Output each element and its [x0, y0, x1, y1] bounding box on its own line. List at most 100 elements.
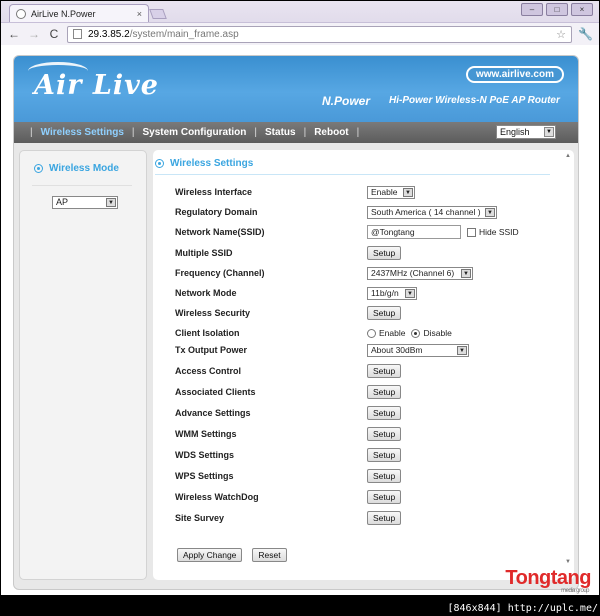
scroll-up-icon[interactable]: ▲	[564, 153, 572, 159]
setting-label: Associated Clients	[175, 387, 256, 397]
setting-row: WPS Settings Setup	[175, 468, 535, 484]
forward-icon[interactable]: →	[27, 27, 41, 41]
page-content: Air Live www.airlive.com N.Power Hi-Powe…	[1, 45, 599, 595]
divider	[155, 174, 550, 175]
url-host: 29.3.85.2	[88, 28, 130, 40]
browser-chrome: AirLive N.Power × – □ × ← → C 29.3.85.2 …	[1, 1, 599, 45]
frequency-select[interactable]: 2437MHz (Channel 6) ▼	[367, 266, 473, 280]
setting-row: Network Name(SSID) @Tongtang Hide SSID	[175, 224, 535, 240]
sidebar: Wireless Mode AP ▼	[19, 150, 147, 580]
isolation-enable-radio[interactable]	[367, 328, 376, 338]
divider	[32, 185, 132, 186]
menu-item-system-configuration[interactable]: System Configuration	[143, 127, 247, 138]
wps-settings-setup-button[interactable]: Setup	[367, 469, 402, 483]
language-select[interactable]: English ▼	[496, 125, 556, 139]
chevron-down-icon: ▼	[405, 288, 415, 298]
header-banner: Air Live www.airlive.com N.Power Hi-Powe…	[14, 56, 578, 122]
main-content: Wireless Settings ▲ ▼ Wireless Interface…	[153, 150, 574, 580]
router-panel: Air Live www.airlive.com N.Power Hi-Powe…	[13, 55, 579, 590]
setting-label: Site Survey	[175, 513, 225, 523]
scroll-down-icon[interactable]: ▼	[564, 559, 572, 565]
access-control-setup-button[interactable]: Setup	[367, 364, 402, 378]
scrollbar[interactable]: ▲ ▼	[564, 153, 572, 565]
setting-row: Tx Output Power About 30dBm ▼	[175, 342, 535, 358]
language-value: English	[500, 127, 530, 137]
browser-tab[interactable]: AirLive N.Power ×	[9, 4, 149, 22]
page-icon	[73, 29, 82, 39]
wmm-settings-setup-button[interactable]: Setup	[367, 427, 402, 441]
site-survey-setup-button[interactable]: Setup	[367, 511, 402, 525]
close-window-icon[interactable]: ×	[571, 3, 593, 16]
back-icon[interactable]: ←	[7, 27, 21, 41]
address-bar[interactable]: 29.3.85.2 /system/main_frame.asp ☆	[67, 25, 573, 43]
setting-label: Frequency (Channel)	[175, 268, 265, 278]
brand-name: Tongtang	[505, 567, 591, 589]
product-tagline: Hi-Power Wireless-N PoE AP Router	[389, 95, 560, 106]
tab-close-icon[interactable]: ×	[137, 9, 142, 19]
setting-label: Network Mode	[175, 288, 237, 298]
window-controls: – □ ×	[521, 3, 593, 16]
reload-icon[interactable]: C	[47, 27, 61, 41]
setting-label: Wireless WatchDog	[175, 492, 259, 502]
setting-row: Associated Clients Setup	[175, 384, 535, 400]
brand-sub: media group	[561, 588, 589, 594]
chevron-down-icon: ▼	[106, 198, 116, 207]
section-title: Wireless Settings	[155, 158, 253, 169]
setting-row: Frequency (Channel) 2437MHz (Channel 6) …	[175, 265, 535, 281]
hide-ssid-label: Hide SSID	[479, 227, 519, 237]
tab-title: AirLive N.Power	[31, 8, 96, 19]
new-tab-button[interactable]	[149, 9, 167, 19]
select-value: 2437MHz (Channel 6)	[371, 267, 455, 278]
model-name: N.Power	[322, 94, 371, 108]
menu-item-wireless-settings[interactable]: Wireless Settings	[41, 127, 124, 138]
wireless-security-setup-button[interactable]: Setup	[367, 306, 402, 320]
watchdog-setup-button[interactable]: Setup	[367, 490, 402, 504]
wds-settings-setup-button[interactable]: Setup	[367, 448, 402, 462]
menu-separator: |	[30, 127, 33, 138]
setting-row: WMM Settings Setup	[175, 426, 535, 442]
setting-label: Network Name(SSID)	[175, 227, 265, 237]
ssid-input[interactable]: @Tongtang	[367, 225, 461, 239]
chevron-down-icon: ▼	[461, 268, 471, 278]
wrench-icon[interactable]: 🔧	[578, 27, 593, 41]
radio-label: Enable	[379, 328, 406, 338]
setting-row: Wireless WatchDog Setup	[175, 489, 535, 505]
setting-row: Regulatory Domain South America ( 14 cha…	[175, 204, 535, 220]
associated-clients-setup-button[interactable]: Setup	[367, 385, 402, 399]
setting-label: WMM Settings	[175, 429, 237, 439]
main-menu: | Wireless Settings | System Configurati…	[14, 122, 578, 143]
maximize-icon[interactable]: □	[546, 3, 568, 16]
menu-item-status[interactable]: Status	[265, 127, 296, 138]
regulatory-domain-select[interactable]: South America ( 14 channel ) ▼	[367, 205, 497, 219]
setting-row: Wireless Security Setup	[175, 305, 535, 321]
site-url-badge[interactable]: www.airlive.com	[466, 66, 564, 83]
menu-separator: |	[356, 127, 360, 138]
chevron-down-icon: ▼	[457, 345, 467, 355]
advance-settings-setup-button[interactable]: Setup	[367, 406, 402, 420]
hide-ssid-checkbox[interactable]	[467, 227, 476, 237]
apply-change-button[interactable]: Apply Change	[177, 548, 243, 562]
radio-label: Disable	[423, 328, 452, 338]
wireless-interface-select[interactable]: Enable ▼	[367, 185, 415, 199]
setting-label: WPS Settings	[175, 471, 234, 481]
select-value: Enable	[371, 186, 398, 197]
section-title-text: Wireless Settings	[170, 158, 254, 169]
bookmark-star-icon[interactable]: ☆	[556, 28, 566, 41]
multiple-ssid-setup-button[interactable]: Setup	[367, 246, 402, 260]
menu-item-reboot[interactable]: Reboot	[314, 127, 348, 138]
wireless-mode-select[interactable]: AP ▼	[52, 196, 118, 209]
minimize-icon[interactable]: –	[521, 3, 543, 16]
sidebar-title: Wireless Mode	[34, 163, 119, 174]
reset-button[interactable]: Reset	[252, 548, 287, 562]
airlive-logo: Air Live	[34, 70, 159, 101]
setting-row: Advance Settings Setup	[175, 405, 535, 421]
select-value: South America ( 14 channel )	[371, 206, 481, 217]
isolation-disable-radio[interactable]	[411, 328, 421, 338]
target-icon	[34, 164, 43, 173]
network-mode-select[interactable]: 11b/g/n ▼	[367, 286, 417, 300]
form-actions: Apply Change Reset	[177, 548, 287, 562]
setting-row: Network Mode 11b/g/n ▼	[175, 285, 535, 301]
setting-row: WDS Settings Setup	[175, 447, 535, 463]
tx-power-select[interactable]: About 30dBm ▼	[367, 343, 469, 357]
setting-row: Client Isolation Enable Disable	[175, 325, 535, 341]
